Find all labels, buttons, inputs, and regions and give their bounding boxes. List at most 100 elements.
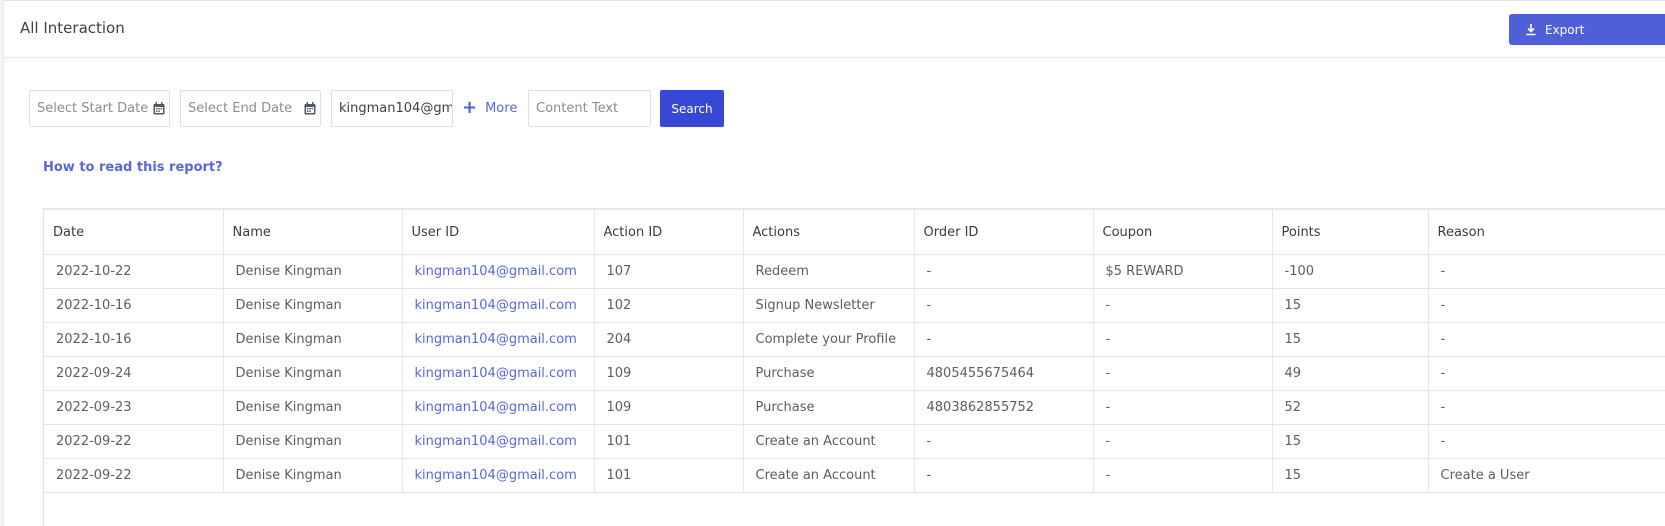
cell-action-id: 109 bbox=[594, 390, 744, 425]
table-row: 2022-10-16 Denise Kingman kingman104@gmail… bbox=[44, 322, 1665, 357]
content-text-placeholder: Content Text bbox=[536, 101, 619, 116]
column-header-action-id: Action ID bbox=[594, 210, 744, 255]
interaction-table: Date Name User ID Action ID Actions Order ID C… bbox=[44, 210, 1665, 493]
cell-date: 2022-09-22 bbox=[44, 458, 224, 493]
cell-actions: Create an Account bbox=[743, 424, 915, 459]
column-header-coupon: Coupon bbox=[1093, 210, 1273, 255]
cell-actions: Create an Account bbox=[743, 458, 915, 493]
cell-action-id: 101 bbox=[594, 424, 744, 459]
calendar-icon bbox=[304, 102, 316, 115]
cell-reason: Create a User bbox=[1428, 458, 1665, 493]
cell-points: 52 bbox=[1272, 390, 1429, 425]
cell-actions: Purchase bbox=[743, 390, 915, 425]
cell-coupon: - bbox=[1093, 390, 1273, 425]
page-title: All Interaction bbox=[20, 19, 125, 37]
cell-actions: Complete your Profile bbox=[743, 322, 915, 357]
report-help-link[interactable]: How to read this report? bbox=[43, 160, 223, 175]
cell-user-id[interactable]: kingman104@gmail.com bbox=[402, 322, 595, 357]
cell-user-id[interactable]: kingman104@gmail.com bbox=[402, 390, 595, 425]
more-label: More bbox=[485, 100, 518, 116]
cell-reason: - bbox=[1428, 424, 1665, 459]
interaction-table-container: Date Name User ID Action ID Actions Order ID C… bbox=[43, 208, 1665, 526]
column-header-actions: Actions bbox=[743, 210, 915, 255]
cell-order-id: 4805455675464 bbox=[914, 356, 1094, 391]
cell-coupon: - bbox=[1093, 424, 1273, 459]
start-date-input[interactable]: Select Start Date bbox=[29, 90, 170, 127]
end-date-placeholder: Select End Date bbox=[188, 101, 293, 116]
cell-coupon: - bbox=[1093, 288, 1273, 323]
cell-order-id: - bbox=[914, 254, 1094, 289]
table-header-row: Date Name User ID Action ID Actions Order ID C… bbox=[44, 210, 1665, 255]
cell-user-id[interactable]: kingman104@gmail.com bbox=[402, 288, 595, 323]
cell-points: 15 bbox=[1272, 458, 1429, 493]
cell-reason: - bbox=[1428, 254, 1665, 289]
cell-action-id: 102 bbox=[594, 288, 744, 323]
export-button[interactable]: Export bbox=[1509, 14, 1665, 45]
cell-user-id[interactable]: kingman104@gmail.com bbox=[402, 424, 595, 459]
cell-action-id: 107 bbox=[594, 254, 744, 289]
column-header-date: Date bbox=[44, 210, 224, 255]
cell-name: Denise Kingman bbox=[223, 322, 403, 357]
cell-name: Denise Kingman bbox=[223, 390, 403, 425]
cell-order-id: - bbox=[914, 458, 1094, 493]
table-row: 2022-09-24 Denise Kingman kingman104@gmail… bbox=[44, 356, 1665, 391]
cell-points: -100 bbox=[1272, 254, 1429, 289]
column-header-name: Name bbox=[223, 210, 403, 255]
cell-coupon: - bbox=[1093, 356, 1273, 391]
page-header: All Interaction Export bbox=[4, 1, 1665, 58]
cell-name: Denise Kingman bbox=[223, 458, 403, 493]
cell-coupon: - bbox=[1093, 322, 1273, 357]
user-input-value: kingman104@gmail.com bbox=[339, 101, 453, 116]
cell-order-id: - bbox=[914, 424, 1094, 459]
cell-name: Denise Kingman bbox=[223, 356, 403, 391]
cell-user-id[interactable]: kingman104@gmail.com bbox=[402, 254, 595, 289]
main-panel: All Interaction Export Select Start Date… bbox=[3, 0, 1665, 526]
cell-coupon: $5 REWARD bbox=[1093, 254, 1273, 289]
column-header-points: Points bbox=[1272, 210, 1429, 255]
table-row: 2022-09-22 Denise Kingman kingman104@gmail… bbox=[44, 424, 1665, 459]
cell-coupon: - bbox=[1093, 458, 1273, 493]
cell-reason: - bbox=[1428, 322, 1665, 357]
search-button[interactable]: Search bbox=[660, 90, 724, 127]
content-text-input[interactable]: Content Text bbox=[528, 90, 651, 127]
cell-action-id: 109 bbox=[594, 356, 744, 391]
cell-points: 15 bbox=[1272, 288, 1429, 323]
cell-name: Denise Kingman bbox=[223, 288, 403, 323]
end-date-input[interactable]: Select End Date bbox=[180, 90, 321, 127]
download-icon bbox=[1526, 24, 1536, 36]
export-label: Export bbox=[1545, 22, 1585, 37]
cell-date: 2022-10-22 bbox=[44, 254, 224, 289]
cell-actions: Redeem bbox=[743, 254, 915, 289]
calendar-icon bbox=[153, 102, 165, 115]
cell-date: 2022-09-22 bbox=[44, 424, 224, 459]
cell-reason: - bbox=[1428, 288, 1665, 323]
cell-points: 15 bbox=[1272, 322, 1429, 357]
cell-reason: - bbox=[1428, 356, 1665, 391]
cell-name: Denise Kingman bbox=[223, 424, 403, 459]
column-header-reason: Reason bbox=[1428, 210, 1665, 255]
cell-date: 2022-09-23 bbox=[44, 390, 224, 425]
more-filters-button[interactable]: + More bbox=[462, 99, 517, 117]
column-header-user-id: User ID bbox=[402, 210, 595, 255]
cell-order-id: - bbox=[914, 288, 1094, 323]
cell-date: 2022-10-16 bbox=[44, 288, 224, 323]
cell-date: 2022-09-24 bbox=[44, 356, 224, 391]
start-date-placeholder: Select Start Date bbox=[37, 101, 149, 116]
cell-user-id[interactable]: kingman104@gmail.com bbox=[402, 458, 595, 493]
cell-actions: Signup Newsletter bbox=[743, 288, 915, 323]
table-row: 2022-10-22 Denise Kingman kingman104@gmail… bbox=[44, 254, 1665, 289]
cell-order-id: 4803862855752 bbox=[914, 390, 1094, 425]
table-row: 2022-10-16 Denise Kingman kingman104@gmail… bbox=[44, 288, 1665, 323]
cell-actions: Purchase bbox=[743, 356, 915, 391]
cell-action-id: 101 bbox=[594, 458, 744, 493]
cell-reason: - bbox=[1428, 390, 1665, 425]
table-row: 2022-09-22 Denise Kingman kingman104@gmail… bbox=[44, 458, 1665, 493]
user-input[interactable]: kingman104@gmail.com bbox=[331, 90, 453, 127]
cell-name: Denise Kingman bbox=[223, 254, 403, 289]
plus-icon: + bbox=[462, 97, 478, 118]
cell-points: 49 bbox=[1272, 356, 1429, 391]
cell-user-id[interactable]: kingman104@gmail.com bbox=[402, 356, 595, 391]
table-row: 2022-09-23 Denise Kingman kingman104@gmail… bbox=[44, 390, 1665, 425]
cell-action-id: 204 bbox=[594, 322, 744, 357]
cell-order-id: - bbox=[914, 322, 1094, 357]
